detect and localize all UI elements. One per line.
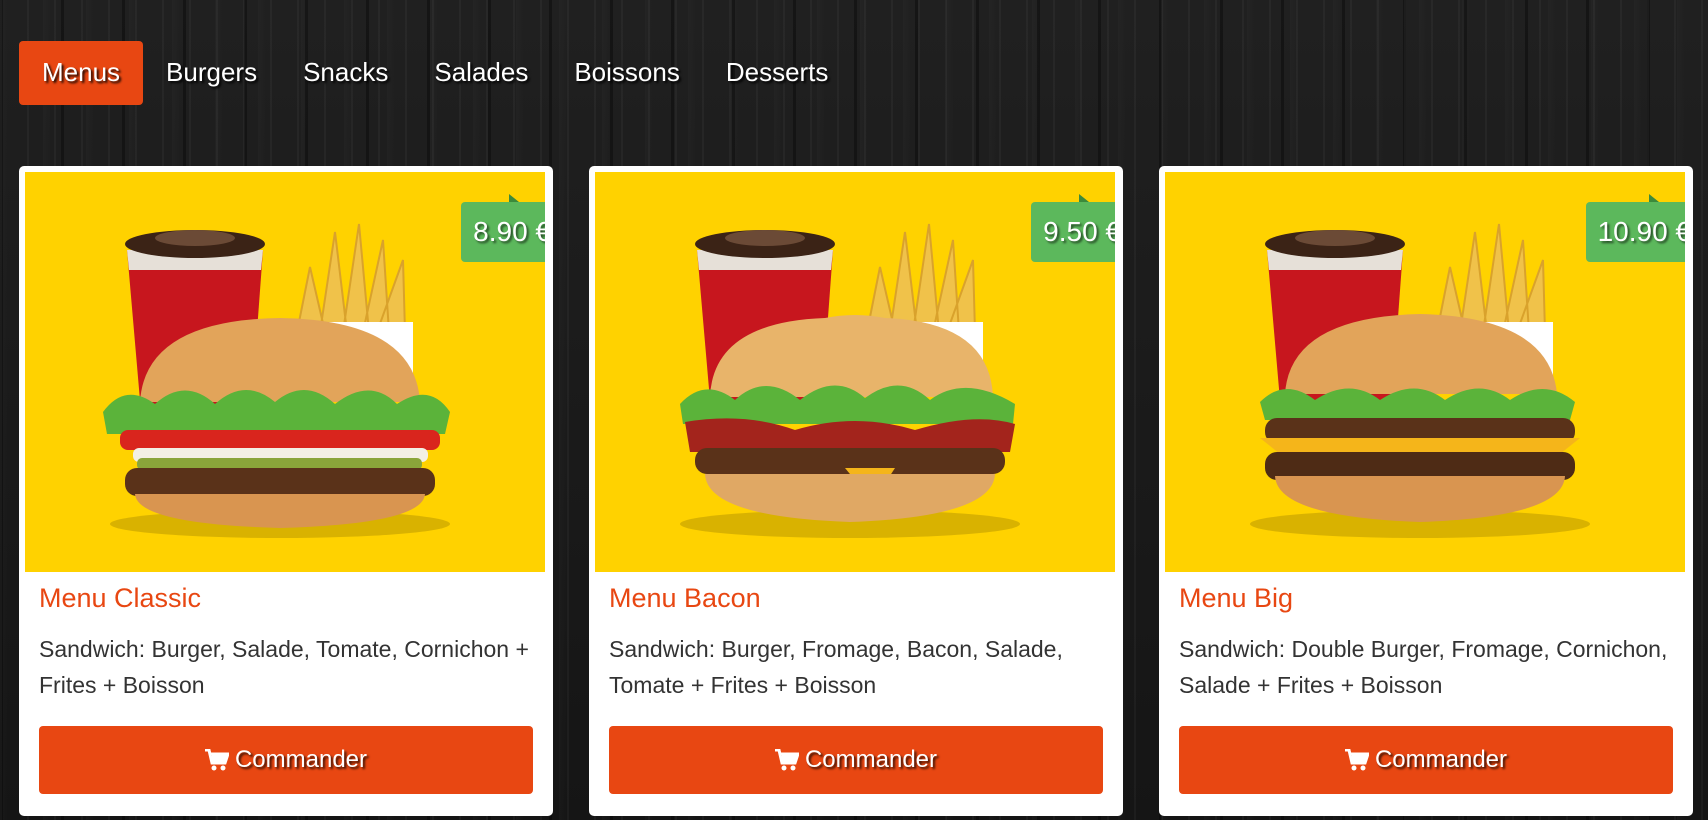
product-card-menu-bacon: 9.50 € Menu Bacon Sandwich: Burger, From… bbox=[589, 166, 1123, 816]
cart-icon bbox=[774, 749, 799, 771]
product-description: Sandwich: Burger, Fromage, Bacon, Salade… bbox=[609, 636, 1063, 698]
product-card-menu-big: 10.90 € Menu Big Sandwich: Double Burger… bbox=[1159, 166, 1693, 816]
tab-boissons[interactable]: Boissons bbox=[551, 41, 703, 105]
price-tag: 10.90 € bbox=[1585, 202, 1685, 262]
product-description: Sandwich: Burger, Salade, Tomate, Cornic… bbox=[39, 636, 529, 698]
product-photo[interactable]: 8.90 € bbox=[25, 172, 545, 572]
order-button-label: Commander bbox=[1374, 746, 1508, 773]
product-photo[interactable]: 9.50 € bbox=[595, 172, 1115, 572]
tab-salades[interactable]: Salades bbox=[411, 41, 551, 105]
order-button-label: Commander bbox=[234, 746, 368, 773]
tab-burgers[interactable]: Burgers bbox=[143, 41, 280, 105]
product-title[interactable]: Menu Big bbox=[1179, 583, 1293, 614]
order-button[interactable]: Commander bbox=[39, 726, 533, 794]
tab-menus[interactable]: Menus bbox=[19, 41, 144, 105]
price-tag: 8.90 € bbox=[461, 202, 545, 262]
cart-icon bbox=[1344, 749, 1369, 771]
order-button[interactable]: Commander bbox=[609, 726, 1103, 794]
price-tag: 9.50 € bbox=[1031, 202, 1115, 262]
product-description: Sandwich: Double Burger, Fromage, Cornic… bbox=[1179, 636, 1668, 698]
product-card-menu-classic: 8.90 € Menu Classic Sandwich: Burger, Sa… bbox=[19, 166, 553, 816]
cart-icon bbox=[204, 749, 229, 771]
tab-desserts[interactable]: Desserts bbox=[703, 41, 852, 105]
tab-snacks[interactable]: Snacks bbox=[280, 41, 411, 105]
category-nav: Menus Burgers Snacks Salades Boissons De… bbox=[19, 41, 851, 105]
product-photo[interactable]: 10.90 € bbox=[1165, 172, 1685, 572]
product-title[interactable]: Menu Bacon bbox=[609, 583, 761, 614]
order-button-label: Commander bbox=[804, 746, 938, 773]
product-title[interactable]: Menu Classic bbox=[39, 583, 201, 614]
order-button[interactable]: Commander bbox=[1179, 726, 1673, 794]
